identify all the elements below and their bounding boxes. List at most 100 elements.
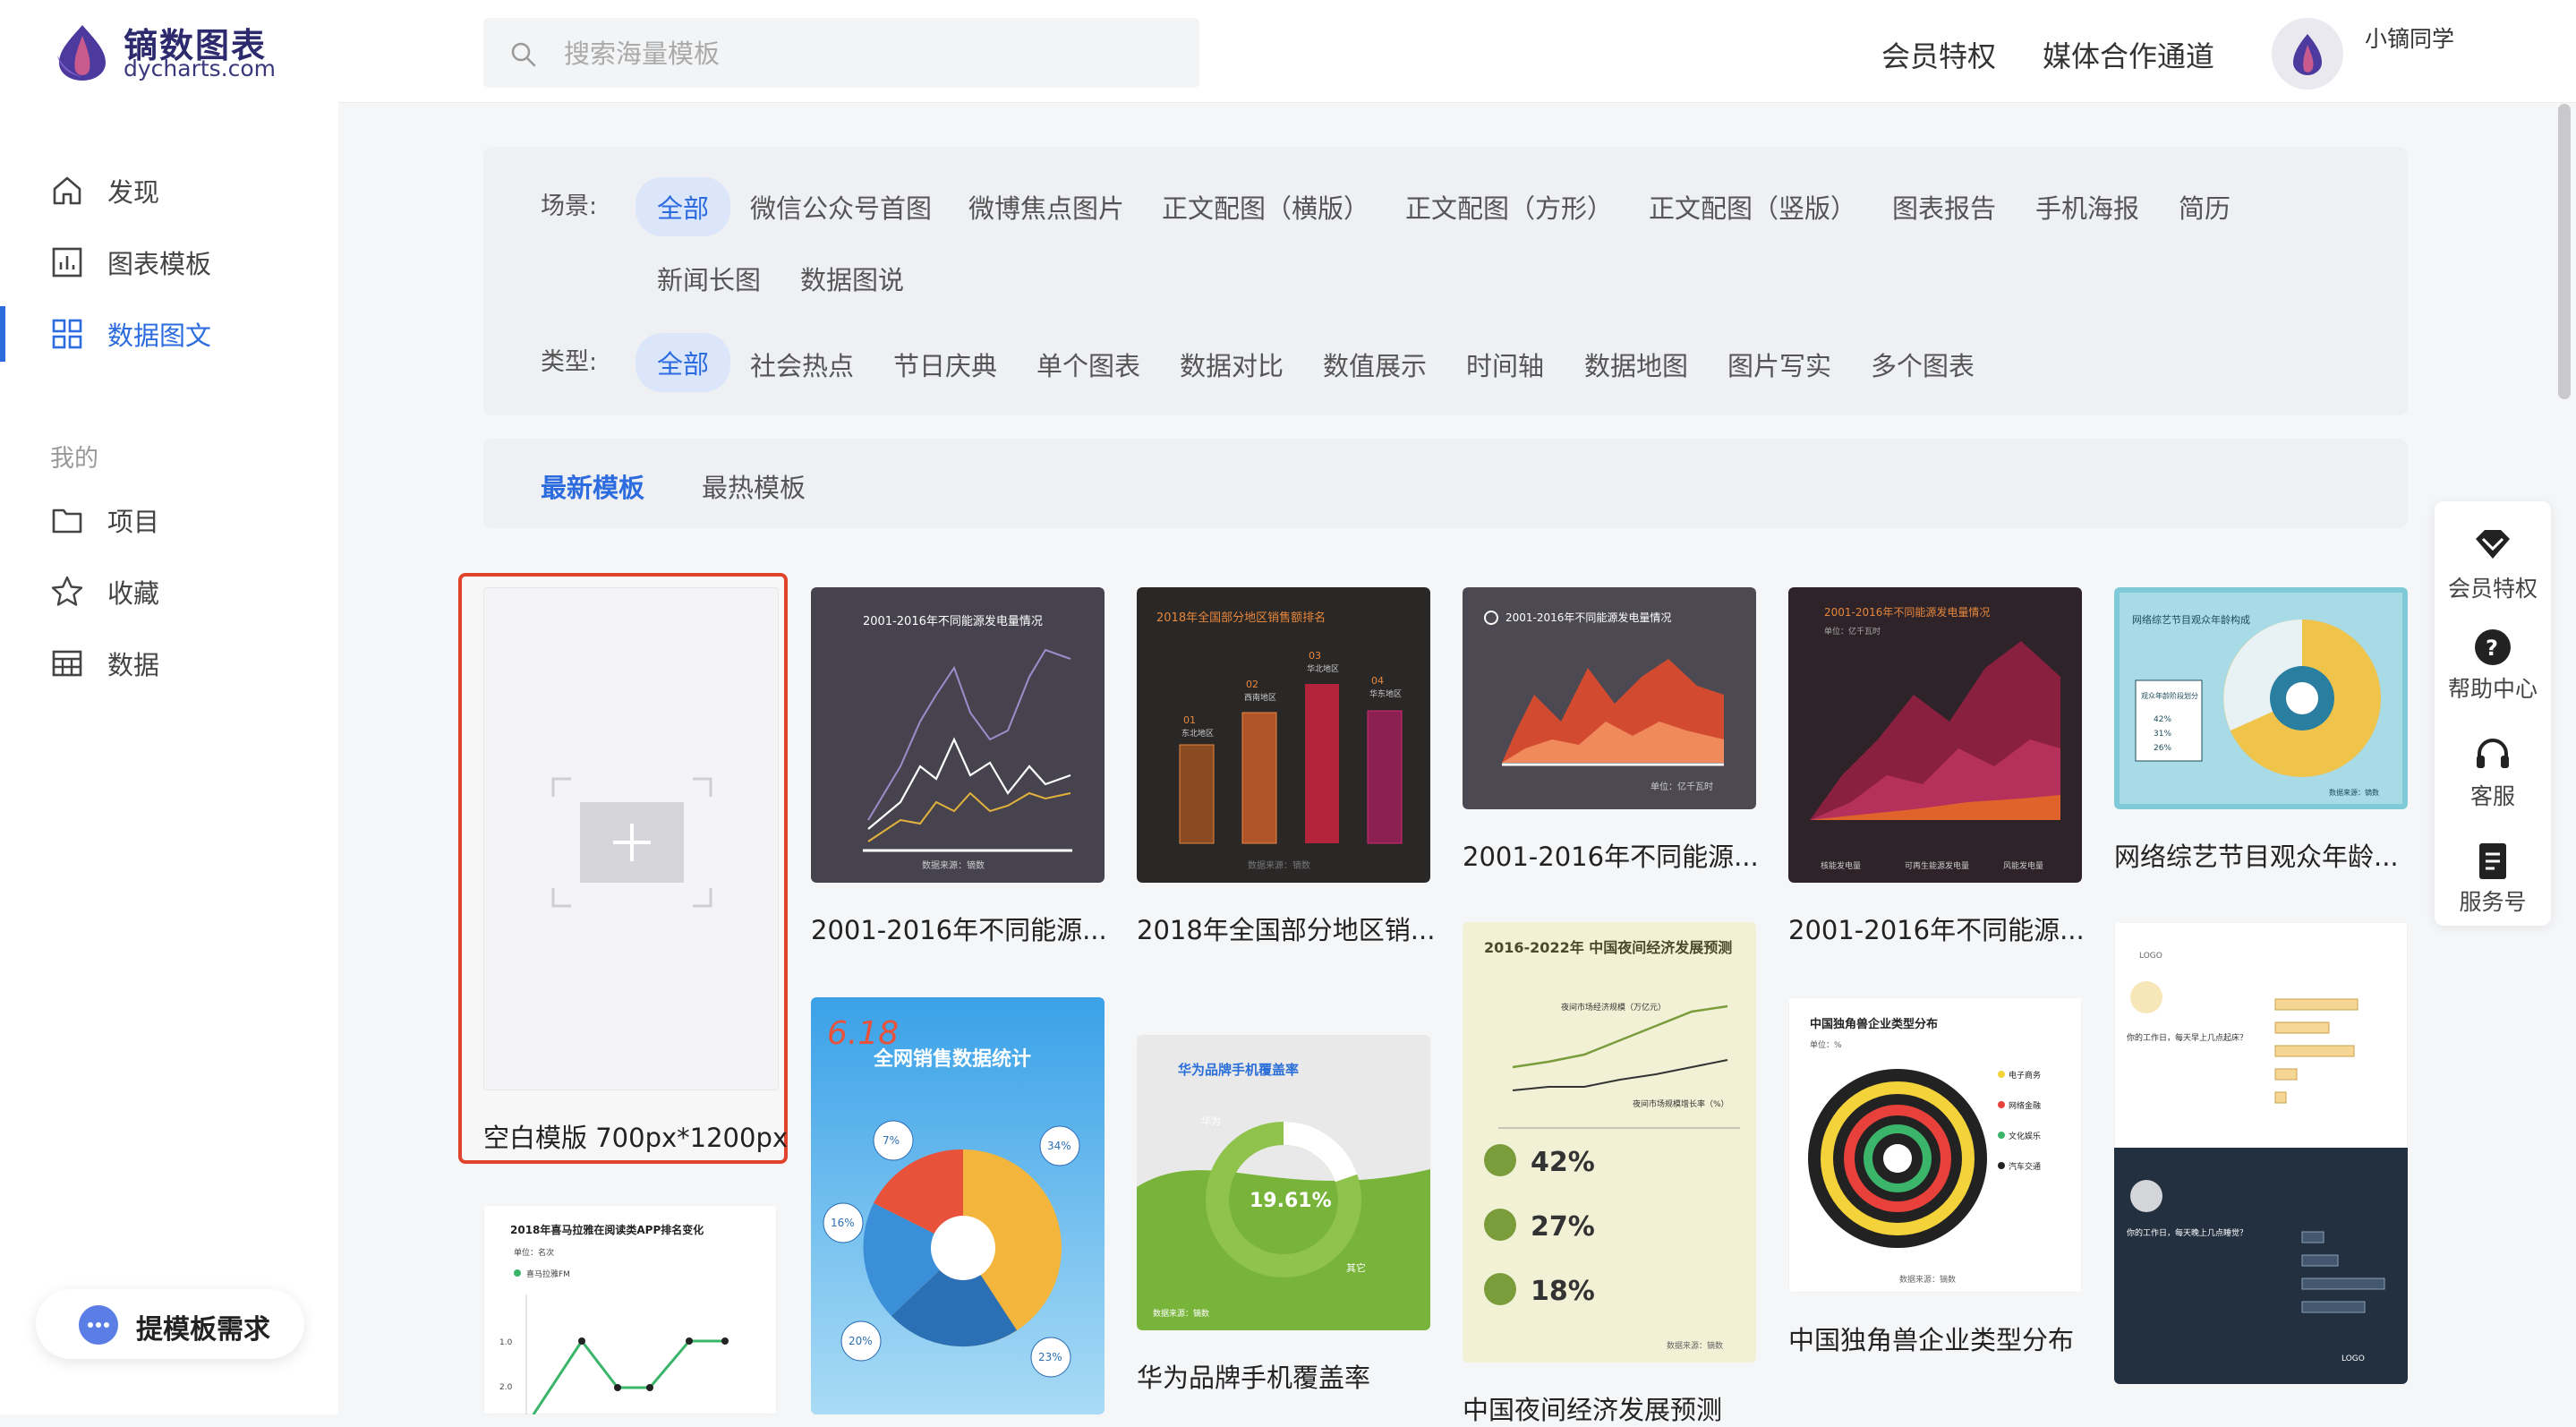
type-chip[interactable]: 数据地图 — [1584, 346, 1688, 383]
svg-text:2001-2016年不同能源发电量情况: 2001-2016年不同能源发电量情况 — [863, 614, 1043, 628]
svg-text:31%: 31% — [2154, 730, 2171, 739]
template-card[interactable]: 2001-2016年不同能源发电量情况 单位：亿千瓦时 核能发电量 可再生能源发… — [1788, 587, 2082, 883]
svg-text:16%: 16% — [831, 1217, 855, 1229]
service-account-shortcut[interactable]: 服务号 — [2435, 833, 2551, 926]
scene-chip[interactable]: 正文配图（竖版） — [1649, 188, 1856, 226]
template-title[interactable]: 2001-2016年不同能源... — [811, 910, 1107, 947]
vip-shortcut[interactable]: 会员特权 — [2435, 514, 2551, 612]
scrollbar[interactable] — [2558, 104, 2571, 399]
sidebar-item-label: 收藏 — [107, 578, 160, 609]
scene-chip[interactable]: 简历 — [2179, 188, 2231, 226]
type-chip-all[interactable]: 全部 — [635, 333, 731, 392]
svg-text:7%: 7% — [883, 1134, 900, 1147]
svg-text:LOGO: LOGO — [2341, 1354, 2365, 1363]
avatar[interactable] — [2272, 18, 2343, 90]
tab-latest[interactable]: 最新模板 — [541, 467, 644, 505]
template-thumbnail: 2016-2022年 中国夜间经济发展预测 夜间市场经济规模（万亿元） 夜间市场… — [1463, 922, 1756, 1363]
svg-text:核能发电量: 核能发电量 — [1821, 860, 1861, 871]
svg-text:LOGO: LOGO — [2139, 952, 2162, 961]
grid-icon — [52, 319, 82, 349]
scene-chip[interactable]: 微博焦点图片 — [968, 188, 1124, 226]
svg-text:网络综艺节目观众年龄构成: 网络综艺节目观众年龄构成 — [2132, 613, 2250, 626]
type-chip[interactable]: 数据对比 — [1180, 346, 1284, 383]
sidebar-item-label: 数据图文 — [107, 320, 212, 351]
template-card[interactable]: 网络综艺节目观众年龄构成 观众年龄阶段划分 42% 31% 26% 数据来源：镝… — [2114, 587, 2408, 809]
username[interactable]: 小镝同学 — [2365, 21, 2454, 54]
template-title[interactable]: 中国夜间经济发展预测 — [1463, 1389, 1722, 1427]
svg-text:单位：亿千瓦时: 单位：亿千瓦时 — [1824, 626, 1881, 637]
customer-service-shortcut[interactable]: 客服 — [2435, 725, 2551, 824]
diamond-icon — [2476, 530, 2510, 559]
template-thumbnail: 2001-2016年不同能源发电量情况 数据来源：镝数 — [811, 587, 1105, 883]
type-filter-label: 类型: — [541, 348, 598, 376]
svg-text:数据来源：镝数: 数据来源：镝数 — [922, 859, 985, 871]
type-chip[interactable]: 社会热点 — [750, 346, 854, 383]
logo-icon[interactable] — [50, 20, 115, 84]
type-chip[interactable]: 节日庆典 — [893, 346, 997, 383]
sidebar-item-discover[interactable]: 发现 — [0, 154, 338, 226]
media-cooperation-link[interactable]: 媒体合作通道 — [2043, 34, 2214, 75]
template-card[interactable]: LOGO 你的工作日，每天早上几点起床？ 你的工作日，每天晚上几点睡觉？ LOG… — [2114, 922, 2408, 1384]
sidebar-item-projects[interactable]: 项目 — [0, 483, 338, 555]
add-icon — [551, 777, 712, 908]
svg-text:你的工作日，每天晚上几点睡觉？: 你的工作日，每天晚上几点睡觉？ — [2127, 1227, 2248, 1238]
scene-chip[interactable]: 微信公众号首图 — [750, 188, 932, 226]
type-chip[interactable]: 图片写实 — [1727, 346, 1831, 383]
type-chip[interactable]: 数值展示 — [1323, 346, 1427, 383]
svg-text:42%: 42% — [2154, 715, 2171, 724]
type-chip[interactable]: 单个图表 — [1036, 346, 1140, 383]
template-title[interactable]: 2001-2016年不同能源... — [1788, 910, 2085, 947]
svg-text:23%: 23% — [1038, 1351, 1062, 1363]
scene-chip[interactable]: 手机海报 — [2035, 188, 2139, 226]
svg-text:2016-2022年 中国夜间经济发展预测: 2016-2022年 中国夜间经济发展预测 — [1484, 939, 1732, 956]
sidebar-item-favorites[interactable]: 收藏 — [0, 555, 338, 627]
scene-chip[interactable]: 正文配图（横版） — [1162, 188, 1369, 226]
svg-text:2018年喜马拉雅在阅读类APP排名变化: 2018年喜马拉雅在阅读类APP排名变化 — [510, 1223, 704, 1236]
template-title[interactable]: 2001-2016年不同能源... — [1463, 836, 1759, 874]
avatar-logo-icon — [2293, 34, 2322, 75]
template-card[interactable]: 2001-2016年不同能源发电量情况 单位：亿千瓦时 — [1463, 587, 1756, 809]
template-thumbnail: 网络综艺节目观众年龄构成 观众年龄阶段划分 42% 31% 26% 数据来源：镝… — [2114, 587, 2408, 809]
sidebar-section-title: 我的 — [50, 445, 98, 473]
folder-icon — [52, 508, 82, 534]
sidebar-item-label: 发现 — [107, 177, 160, 208]
vip-shortcut-label: 会员特权 — [2447, 576, 2538, 602]
svg-text:2001-2016年不同能源发电量情况: 2001-2016年不同能源发电量情况 — [1506, 611, 1671, 624]
template-title[interactable]: 华为品牌手机覆盖率 — [1137, 1357, 1370, 1395]
scene-chip-all[interactable]: 全部 — [635, 177, 731, 236]
svg-text:数据来源：镝数: 数据来源：镝数 — [1899, 1274, 1956, 1285]
svg-text:你的工作日，每天早上几点起床？: 你的工作日，每天早上几点起床？ — [2127, 1032, 2248, 1043]
chat-icon — [79, 1305, 118, 1345]
template-title[interactable]: 2018年全国部分地区销... — [1137, 910, 1435, 947]
sidebar-item-data[interactable]: 数据 — [0, 627, 338, 698]
search-input[interactable] — [562, 32, 1147, 75]
type-chip[interactable]: 多个图表 — [1871, 346, 1975, 383]
template-card[interactable]: 中国独角兽企业类型分布 单位：% 电子商务 网络金融 文化娱乐 汽车交通 数据来… — [1788, 997, 2082, 1293]
tab-popular[interactable]: 最热模板 — [702, 467, 806, 505]
template-card[interactable]: 2001-2016年不同能源发电量情况 数据来源：镝数 — [811, 587, 1105, 883]
template-card[interactable]: 2018年喜马拉雅在阅读类APP排名变化 单位：名次 喜马拉雅FM 1.0 2.… — [483, 1205, 777, 1414]
template-card[interactable]: 2016-2022年 中国夜间经济发展预测 夜间市场经济规模（万亿元） 夜间市场… — [1463, 922, 1756, 1363]
sidebar-item-chart-templates[interactable]: 图表模板 — [0, 226, 338, 297]
type-chip[interactable]: 时间轴 — [1466, 346, 1544, 383]
svg-text:数据来源：镝数: 数据来源：镝数 — [1248, 859, 1310, 871]
headset-icon — [2477, 739, 2509, 768]
scene-chip[interactable]: 新闻长图 — [657, 260, 761, 297]
svg-text:18%: 18% — [1531, 1276, 1595, 1307]
svg-text:2001-2016年不同能源发电量情况: 2001-2016年不同能源发电量情况 — [1824, 605, 1990, 619]
template-title[interactable]: 网络综艺节目观众年龄... — [2114, 836, 2399, 874]
scene-chip[interactable]: 正文配图（方形） — [1405, 188, 1613, 226]
template-card[interactable]: 华为品牌手机覆盖率 19.61% 华为 其它 数据来源：镝数 — [1137, 1035, 1430, 1330]
sidebar-item-label: 项目 — [107, 507, 160, 537]
sidebar-item-data-graphics[interactable]: 数据图文 — [0, 297, 338, 369]
template-card[interactable]: 2018年全国部分地区销售额排名 01 02 03 04 东北地区 西南地区 华… — [1137, 587, 1430, 883]
scene-chip[interactable]: 图表报告 — [1892, 188, 1996, 226]
template-card[interactable]: 6.18 全网销售数据统计 7% 34% 16% 20% 23% — [811, 997, 1105, 1414]
vip-link[interactable]: 会员特权 — [1881, 34, 1996, 75]
svg-text:01: 01 — [1183, 714, 1196, 726]
scene-chip[interactable]: 数据图说 — [800, 260, 904, 297]
template-thumbnail: 2001-2016年不同能源发电量情况 单位：亿千瓦时 — [1463, 587, 1756, 809]
template-title[interactable]: 中国独角兽企业类型分布 — [1788, 1320, 2074, 1357]
help-center-shortcut[interactable]: ? 帮助中心 — [2435, 618, 2551, 716]
svg-text:数据来源：镝数: 数据来源：镝数 — [1153, 1308, 1209, 1319]
